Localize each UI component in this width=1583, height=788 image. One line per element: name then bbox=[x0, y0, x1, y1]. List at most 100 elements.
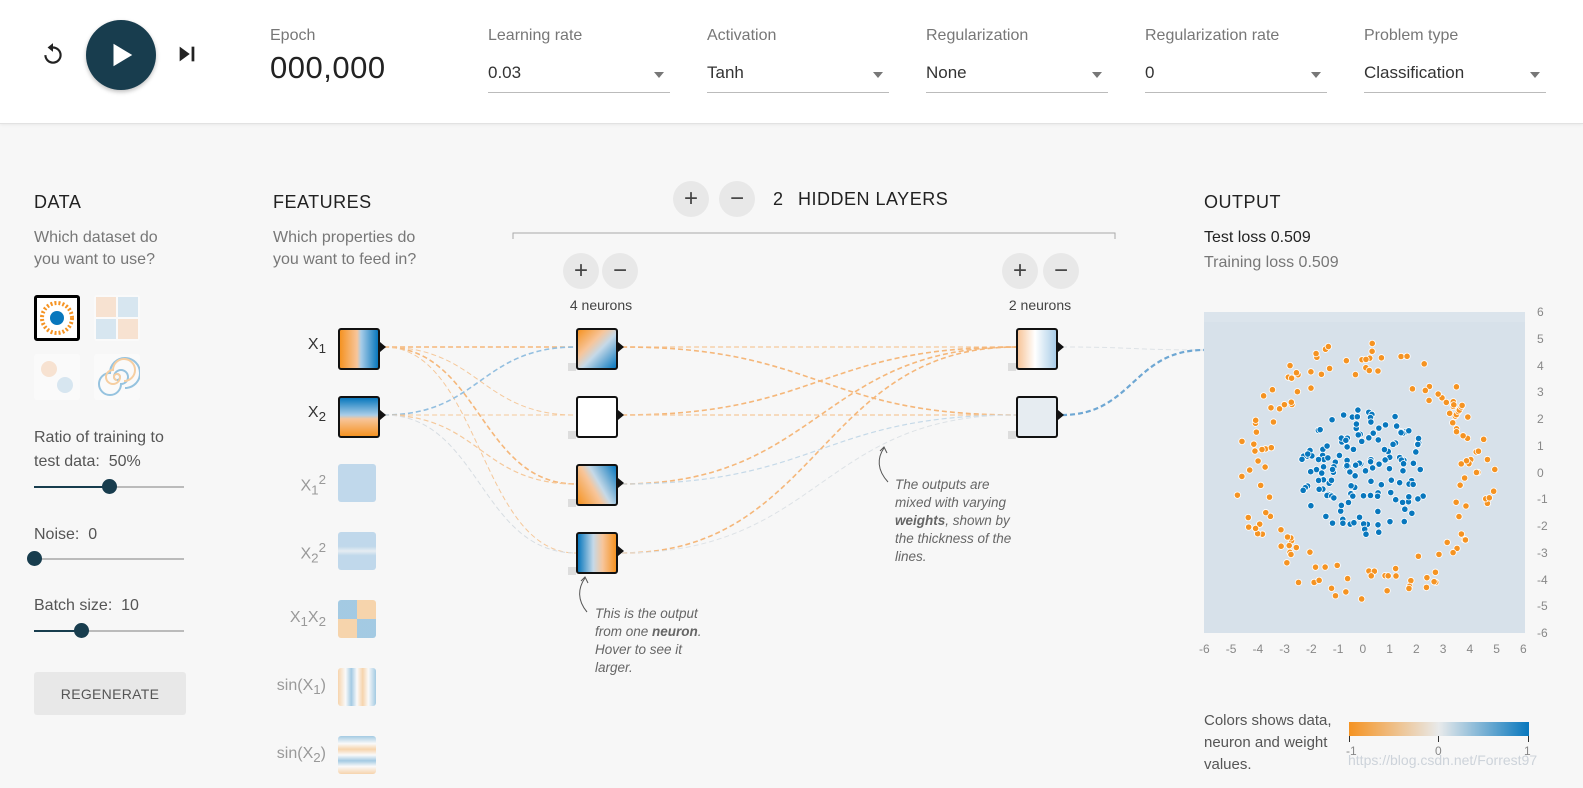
link-x2-n3[interactable] bbox=[383, 414, 577, 485]
data-point bbox=[1252, 428, 1260, 436]
neuron-l1-1[interactable] bbox=[576, 328, 618, 370]
data-point bbox=[1343, 443, 1351, 451]
data-point bbox=[1405, 493, 1413, 501]
add-neuron-layer1-button[interactable]: + bbox=[563, 253, 599, 289]
bias-l1-1[interactable] bbox=[568, 363, 576, 371]
remove-neuron-layer2-button[interactable]: − bbox=[1043, 253, 1079, 289]
data-point bbox=[1391, 412, 1399, 421]
data-point bbox=[1349, 492, 1357, 500]
feature-x1x2[interactable] bbox=[338, 600, 376, 638]
neuron-l2-1[interactable] bbox=[1016, 328, 1058, 370]
data-point bbox=[1238, 472, 1246, 480]
data-point bbox=[1457, 460, 1465, 468]
link-m1-out[interactable] bbox=[1061, 346, 1205, 351]
data-point bbox=[1392, 564, 1400, 573]
link-x1-n2[interactable] bbox=[383, 346, 577, 416]
feature-x2-squared[interactable] bbox=[338, 532, 376, 570]
data-point bbox=[1315, 485, 1323, 493]
data-point bbox=[1342, 588, 1350, 596]
data-point bbox=[1377, 481, 1385, 489]
x-tick: 2 bbox=[1413, 642, 1420, 656]
feature-sin-x1[interactable] bbox=[338, 668, 376, 706]
link-x2-n1[interactable] bbox=[383, 346, 577, 416]
data-point bbox=[1318, 469, 1326, 477]
y-tick: -5 bbox=[1537, 599, 1548, 614]
bias-l1-3[interactable] bbox=[568, 499, 576, 507]
data-point bbox=[1331, 592, 1340, 600]
data-point bbox=[1323, 442, 1331, 450]
y-tick: 5 bbox=[1537, 331, 1544, 346]
data-point bbox=[1416, 465, 1424, 474]
data-point bbox=[1381, 456, 1389, 464]
data-point bbox=[1292, 369, 1301, 377]
data-point bbox=[1472, 468, 1481, 477]
link-n2-m1[interactable] bbox=[621, 346, 1017, 416]
weights-note: The outputs are mixed with varying weigh… bbox=[895, 477, 1012, 564]
test-loss: Test loss 0.509 bbox=[1204, 229, 1311, 246]
feature-label-x1-squared: X12 bbox=[300, 472, 326, 498]
data-point bbox=[1287, 398, 1295, 406]
add-neuron-layer2-button[interactable]: + bbox=[1002, 253, 1038, 289]
data-point bbox=[1389, 440, 1397, 448]
add-layer-button[interactable]: + bbox=[673, 181, 709, 217]
bias-l2-2[interactable] bbox=[1008, 431, 1016, 439]
feature-sin-x2[interactable] bbox=[338, 736, 376, 774]
output-decision-plot[interactable] bbox=[1204, 312, 1525, 633]
data-point bbox=[1409, 459, 1417, 467]
x-tick: -4 bbox=[1252, 642, 1264, 656]
data-point bbox=[1250, 440, 1258, 448]
data-point bbox=[1339, 519, 1347, 527]
data-point bbox=[1280, 401, 1288, 409]
link-x2-n4[interactable] bbox=[383, 414, 577, 554]
data-point bbox=[1408, 385, 1417, 393]
color-legend-text: Colors shows data, neuron and weight val… bbox=[1204, 712, 1332, 773]
feature-x1-squared[interactable] bbox=[338, 464, 376, 502]
data-point bbox=[1350, 519, 1358, 527]
data-point bbox=[1366, 458, 1375, 466]
data-point bbox=[1362, 355, 1370, 364]
data-point bbox=[1374, 521, 1382, 529]
data-point bbox=[1431, 568, 1440, 576]
data-point bbox=[1383, 587, 1391, 595]
data-point bbox=[1346, 468, 1354, 476]
data-point bbox=[1464, 413, 1472, 421]
feature-label-x2-squared: X22 bbox=[300, 540, 326, 566]
neuron-l1-2[interactable] bbox=[576, 396, 618, 438]
remove-layer-button[interactable]: − bbox=[719, 181, 755, 217]
data-point bbox=[1344, 498, 1353, 507]
data-point bbox=[1386, 518, 1394, 526]
layer2-neurons-label: 2 neurons bbox=[1008, 297, 1072, 313]
bias-l1-2[interactable] bbox=[568, 431, 576, 439]
remove-neuron-layer1-button[interactable]: − bbox=[602, 253, 638, 289]
data-point bbox=[1399, 467, 1407, 475]
data-point bbox=[1335, 451, 1344, 460]
x-tick: -6 bbox=[1199, 642, 1210, 656]
color-legend-ticks-frame bbox=[1349, 736, 1529, 742]
data-point bbox=[1385, 465, 1394, 473]
feature-x2[interactable] bbox=[338, 396, 380, 438]
data-point bbox=[1322, 512, 1330, 520]
feature-x1[interactable] bbox=[338, 328, 380, 370]
bias-l2-1[interactable] bbox=[1008, 363, 1016, 371]
data-point bbox=[1277, 542, 1285, 550]
y-tick: 0 bbox=[1537, 465, 1544, 480]
x-tick: -2 bbox=[1306, 642, 1317, 656]
neuron-l1-3[interactable] bbox=[576, 464, 618, 506]
x-tick: -1 bbox=[1332, 642, 1344, 656]
x-tick: -3 bbox=[1279, 642, 1290, 656]
data-point bbox=[1257, 481, 1265, 489]
data-point bbox=[1269, 418, 1278, 426]
data-point bbox=[1452, 428, 1461, 436]
hidden-layers-title: HIDDEN LAYERS bbox=[798, 189, 949, 209]
link-n3-m2[interactable] bbox=[621, 414, 1017, 485]
bias-l1-4[interactable] bbox=[568, 567, 576, 575]
neuron-l2-2[interactable] bbox=[1016, 396, 1058, 438]
data-point bbox=[1381, 421, 1390, 429]
note-arrow-neuron bbox=[579, 577, 588, 613]
neuron-l1-4[interactable] bbox=[576, 532, 618, 574]
data-point bbox=[1450, 401, 1458, 409]
watermark: https://blog.csdn.net/Forrest97 bbox=[1348, 752, 1538, 768]
data-point bbox=[1358, 437, 1366, 445]
link-m2-out[interactable] bbox=[1061, 348, 1205, 417]
data-point bbox=[1485, 494, 1493, 502]
